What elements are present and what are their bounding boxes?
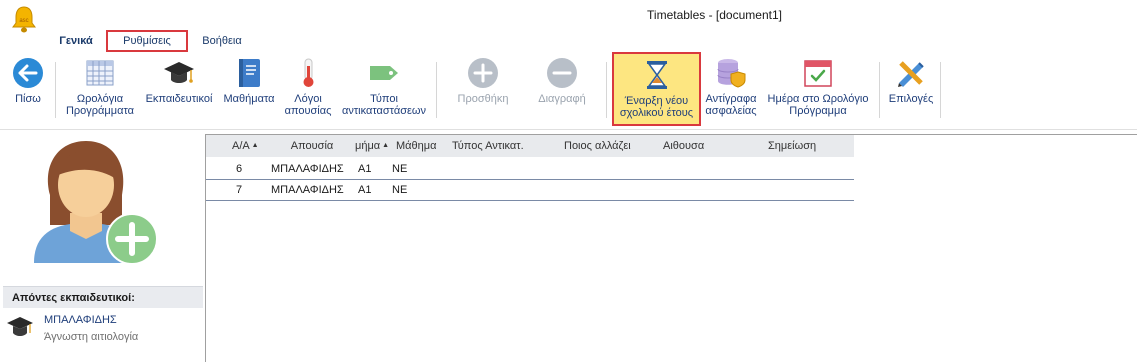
thermometer-icon: [303, 58, 314, 87]
back-button[interactable]: Πίσω: [4, 56, 52, 126]
table-grid-icon: [86, 60, 114, 86]
start-new-school-year-button[interactable]: Έναρξη νέου σχολικού έτους: [612, 52, 701, 126]
column-header-lesson[interactable]: Μάθημα: [396, 135, 436, 157]
options-label: Επιλογές: [888, 93, 934, 105]
graduation-cap-icon: [7, 317, 33, 336]
ribbon-separator: [879, 62, 880, 118]
column-header-room[interactable]: Αιθουσα: [663, 135, 704, 157]
table-row[interactable]: 6 ΜΠΑΛΑΦΙΔΗΣ Α1 ΝΕ: [206, 159, 854, 180]
column-header-class[interactable]: μήμα ▲: [355, 135, 389, 157]
lessons-button[interactable]: Μαθήματα: [219, 56, 279, 126]
column-header-no[interactable]: Α/Α ▲: [232, 135, 259, 157]
absent-teachers-header: Απόντες εκπαιδευτικοί:: [3, 286, 203, 308]
add-teacher-avatar-icon[interactable]: [28, 135, 168, 265]
back-arrow-icon: [13, 58, 43, 88]
cell-class: Α1: [358, 163, 372, 175]
column-header-note[interactable]: Σημείωση: [768, 135, 816, 157]
absent-teacher-item[interactable]: ΜΠΑΛΑΦΙΔΗΣ Άγνωστη αιτιολογία: [3, 312, 203, 344]
lessons-label: Μαθήματα: [223, 93, 275, 105]
day-in-timetable-button[interactable]: Ημέρα στο Ωρολόγιο Πρόγραμμα: [762, 56, 874, 126]
sort-ascending-icon: ▲: [249, 142, 259, 149]
cell-absence: ΜΠΑΛΑΦΙΔΗΣ: [271, 184, 344, 196]
plus-circle-icon: [468, 58, 498, 88]
substitutions-grid: Α/Α ▲ Απουσία μήμα ▲ Μάθημα Τύπος Αντικα…: [205, 134, 1137, 362]
day-in-timetable-label-1: Ημέρα στο Ωρολόγιο: [767, 93, 869, 105]
pencil-ruler-icon: [898, 61, 924, 87]
day-in-timetable-label-2: Πρόγραμμα: [789, 105, 847, 117]
start-new-year-label-2: σχολικού έτους: [619, 107, 694, 119]
tab-settings[interactable]: Ρυθμίσεις: [106, 30, 188, 52]
tab-general[interactable]: Γενικά: [52, 30, 100, 52]
ribbon-separator: [940, 62, 941, 118]
timetables-label-2: Προγράμματα: [65, 105, 135, 117]
timetables-label-1: Ωρολόγια: [76, 93, 124, 105]
delete-button[interactable]: Διαγραφή: [528, 56, 596, 126]
backups-label-2: ασφαλείας: [705, 105, 757, 117]
substitution-types-button[interactable]: Τύποι αντικαταστάσεων: [336, 56, 432, 126]
grid-header: Α/Α ▲ Απουσία μήμα ▲ Μάθημα Τύπος Αντικα…: [206, 135, 854, 157]
absence-reasons-label-1: Λόγοι: [294, 93, 322, 105]
database-shield-icon: [717, 59, 746, 88]
column-header-substitution-type[interactable]: Τύπος Αντικατ.: [452, 135, 524, 157]
add-label: Προσθήκη: [457, 93, 509, 105]
ribbon-separator: [606, 62, 607, 118]
start-new-year-label-1: Έναρξη νέου: [624, 95, 689, 107]
column-header-absence[interactable]: Απουσία: [273, 135, 351, 157]
column-header-who-changes[interactable]: Ποιος αλλάζει: [564, 135, 631, 157]
absence-reasons-button[interactable]: Λόγοι απουσίας: [280, 56, 336, 126]
substitution-types-label-2: αντικαταστάσεων: [341, 105, 427, 117]
cell-no: 6: [236, 163, 243, 175]
cell-lesson: ΝΕ: [392, 163, 408, 175]
teachers-button[interactable]: Εκπαιδευτικοί: [141, 56, 217, 126]
left-panel: Απόντες εκπαιδευτικοί: ΜΠΑΛΑΦΙΔΗΣ Άγνωστ…: [0, 131, 204, 362]
options-button[interactable]: Επιλογές: [884, 56, 938, 126]
add-button[interactable]: Προσθήκη: [448, 56, 518, 126]
book-icon: [239, 59, 260, 87]
cell-absence: ΜΠΑΛΑΦΙΔΗΣ: [271, 163, 344, 175]
cell-no: 7: [236, 184, 243, 196]
absent-teacher-reason: Άγνωστη αιτιολογία: [44, 331, 139, 343]
absence-reasons-label-2: απουσίας: [284, 105, 332, 117]
delete-label: Διαγραφή: [538, 93, 586, 105]
absent-teacher-name: ΜΠΑΛΑΦΙΔΗΣ: [44, 314, 117, 326]
ribbon-separator: [55, 62, 56, 118]
cell-class: Α1: [358, 184, 372, 196]
graduation-cap-icon: [164, 62, 194, 83]
table-row[interactable]: 7 ΜΠΑΛΑΦΙΔΗΣ Α1 ΝΕ: [206, 180, 854, 201]
tab-help[interactable]: Βοήθεια: [196, 30, 248, 52]
substitution-types-label-1: Τύποι: [370, 93, 398, 105]
cell-lesson: ΝΕ: [392, 184, 408, 196]
backups-label-1: Αντίγραφα: [705, 93, 757, 105]
back-label: Πίσω: [15, 93, 41, 105]
ribbon-separator: [436, 62, 437, 118]
minus-circle-icon: [547, 58, 577, 88]
title-bar: asc Timetables - [document1]: [0, 0, 1137, 33]
backups-button[interactable]: Αντίγραφα ασφαλείας: [702, 56, 760, 126]
calendar-check-icon: [804, 60, 832, 87]
tag-icon: [370, 66, 398, 80]
ribbon-toolbar: Πίσω Ωρολόγια Προγράμματα Εκπαιδευτικοί …: [0, 52, 1137, 130]
ribbon-tabs: Γενικά Ρυθμίσεις Βοήθεια: [0, 30, 1137, 52]
hourglass-icon: [646, 61, 667, 89]
sort-ascending-icon: ▲: [380, 142, 390, 149]
window-title: Timetables - [document1]: [647, 8, 782, 22]
timetables-button[interactable]: Ωρολόγια Προγράμματα: [62, 56, 138, 126]
teachers-label: Εκπαιδευτικοί: [145, 93, 213, 105]
